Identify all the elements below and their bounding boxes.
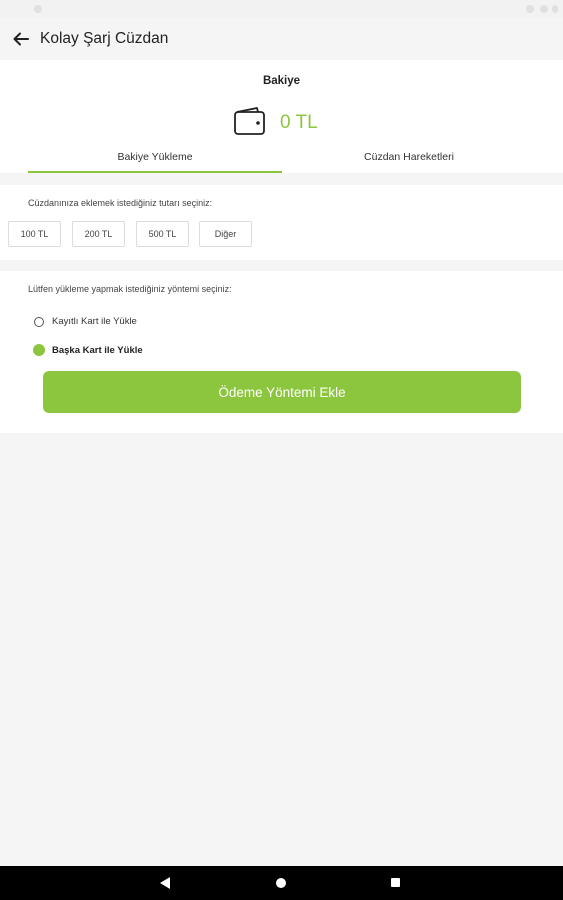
- method-option-saved-card[interactable]: Kayıtlı Kart ile Yükle: [34, 316, 137, 327]
- method-section: Lütfen yükleme yapmak istediğiniz yöntem…: [0, 271, 563, 433]
- arrow-left-icon[interactable]: [10, 28, 32, 50]
- page-title: Kolay Şarj Cüzdan: [40, 30, 169, 47]
- system-nav-bar: [0, 866, 563, 900]
- app-bar: Kolay Şarj Cüzdan: [0, 18, 563, 60]
- radio-checked-icon[interactable]: [33, 344, 45, 356]
- wifi-icon: [526, 5, 534, 13]
- method-option-label: Kayıtlı Kart ile Yükle: [52, 316, 137, 327]
- tab-cuzdan-hareketleri[interactable]: Cüzdan Hareketleri: [282, 151, 536, 173]
- home-icon[interactable]: [276, 878, 286, 888]
- back-icon[interactable]: [160, 877, 170, 889]
- amount-option-200[interactable]: 200 TL: [72, 221, 125, 247]
- balance-amount: 0 TL: [280, 112, 318, 133]
- method-option-other-card[interactable]: Başka Kart ile Yükle: [33, 344, 143, 356]
- add-payment-method-button[interactable]: Ödeme Yöntemi Ekle: [43, 371, 521, 413]
- status-icon: [34, 5, 42, 13]
- balance-card: Bakiye 0 TL Bakiye Yükleme Cüzdan Hareke…: [0, 60, 563, 173]
- amount-option-100[interactable]: 100 TL: [8, 221, 61, 247]
- wallet-icon: [233, 106, 267, 141]
- method-option-label: Başka Kart ile Yükle: [52, 344, 143, 356]
- amount-option-other[interactable]: Diğer: [199, 221, 252, 247]
- signal-icon: [540, 5, 548, 13]
- recents-icon[interactable]: [391, 878, 400, 887]
- balance-label: Bakiye: [262, 75, 301, 87]
- amount-option-500[interactable]: 500 TL: [136, 221, 189, 247]
- radio-unchecked-icon[interactable]: [34, 316, 44, 327]
- amount-section: Cüzdanınıza eklemek istediğiniz tutarı s…: [0, 185, 563, 260]
- active-tab-indicator: [28, 171, 282, 173]
- tab-bakiye-yukleme[interactable]: Bakiye Yükleme: [28, 151, 282, 173]
- amount-prompt: Cüzdanınıza eklemek istediğiniz tutarı s…: [28, 198, 213, 208]
- battery-icon: [552, 5, 558, 13]
- status-bar: [0, 0, 563, 18]
- method-prompt: Lütfen yükleme yapmak istediğiniz yöntem…: [28, 284, 232, 294]
